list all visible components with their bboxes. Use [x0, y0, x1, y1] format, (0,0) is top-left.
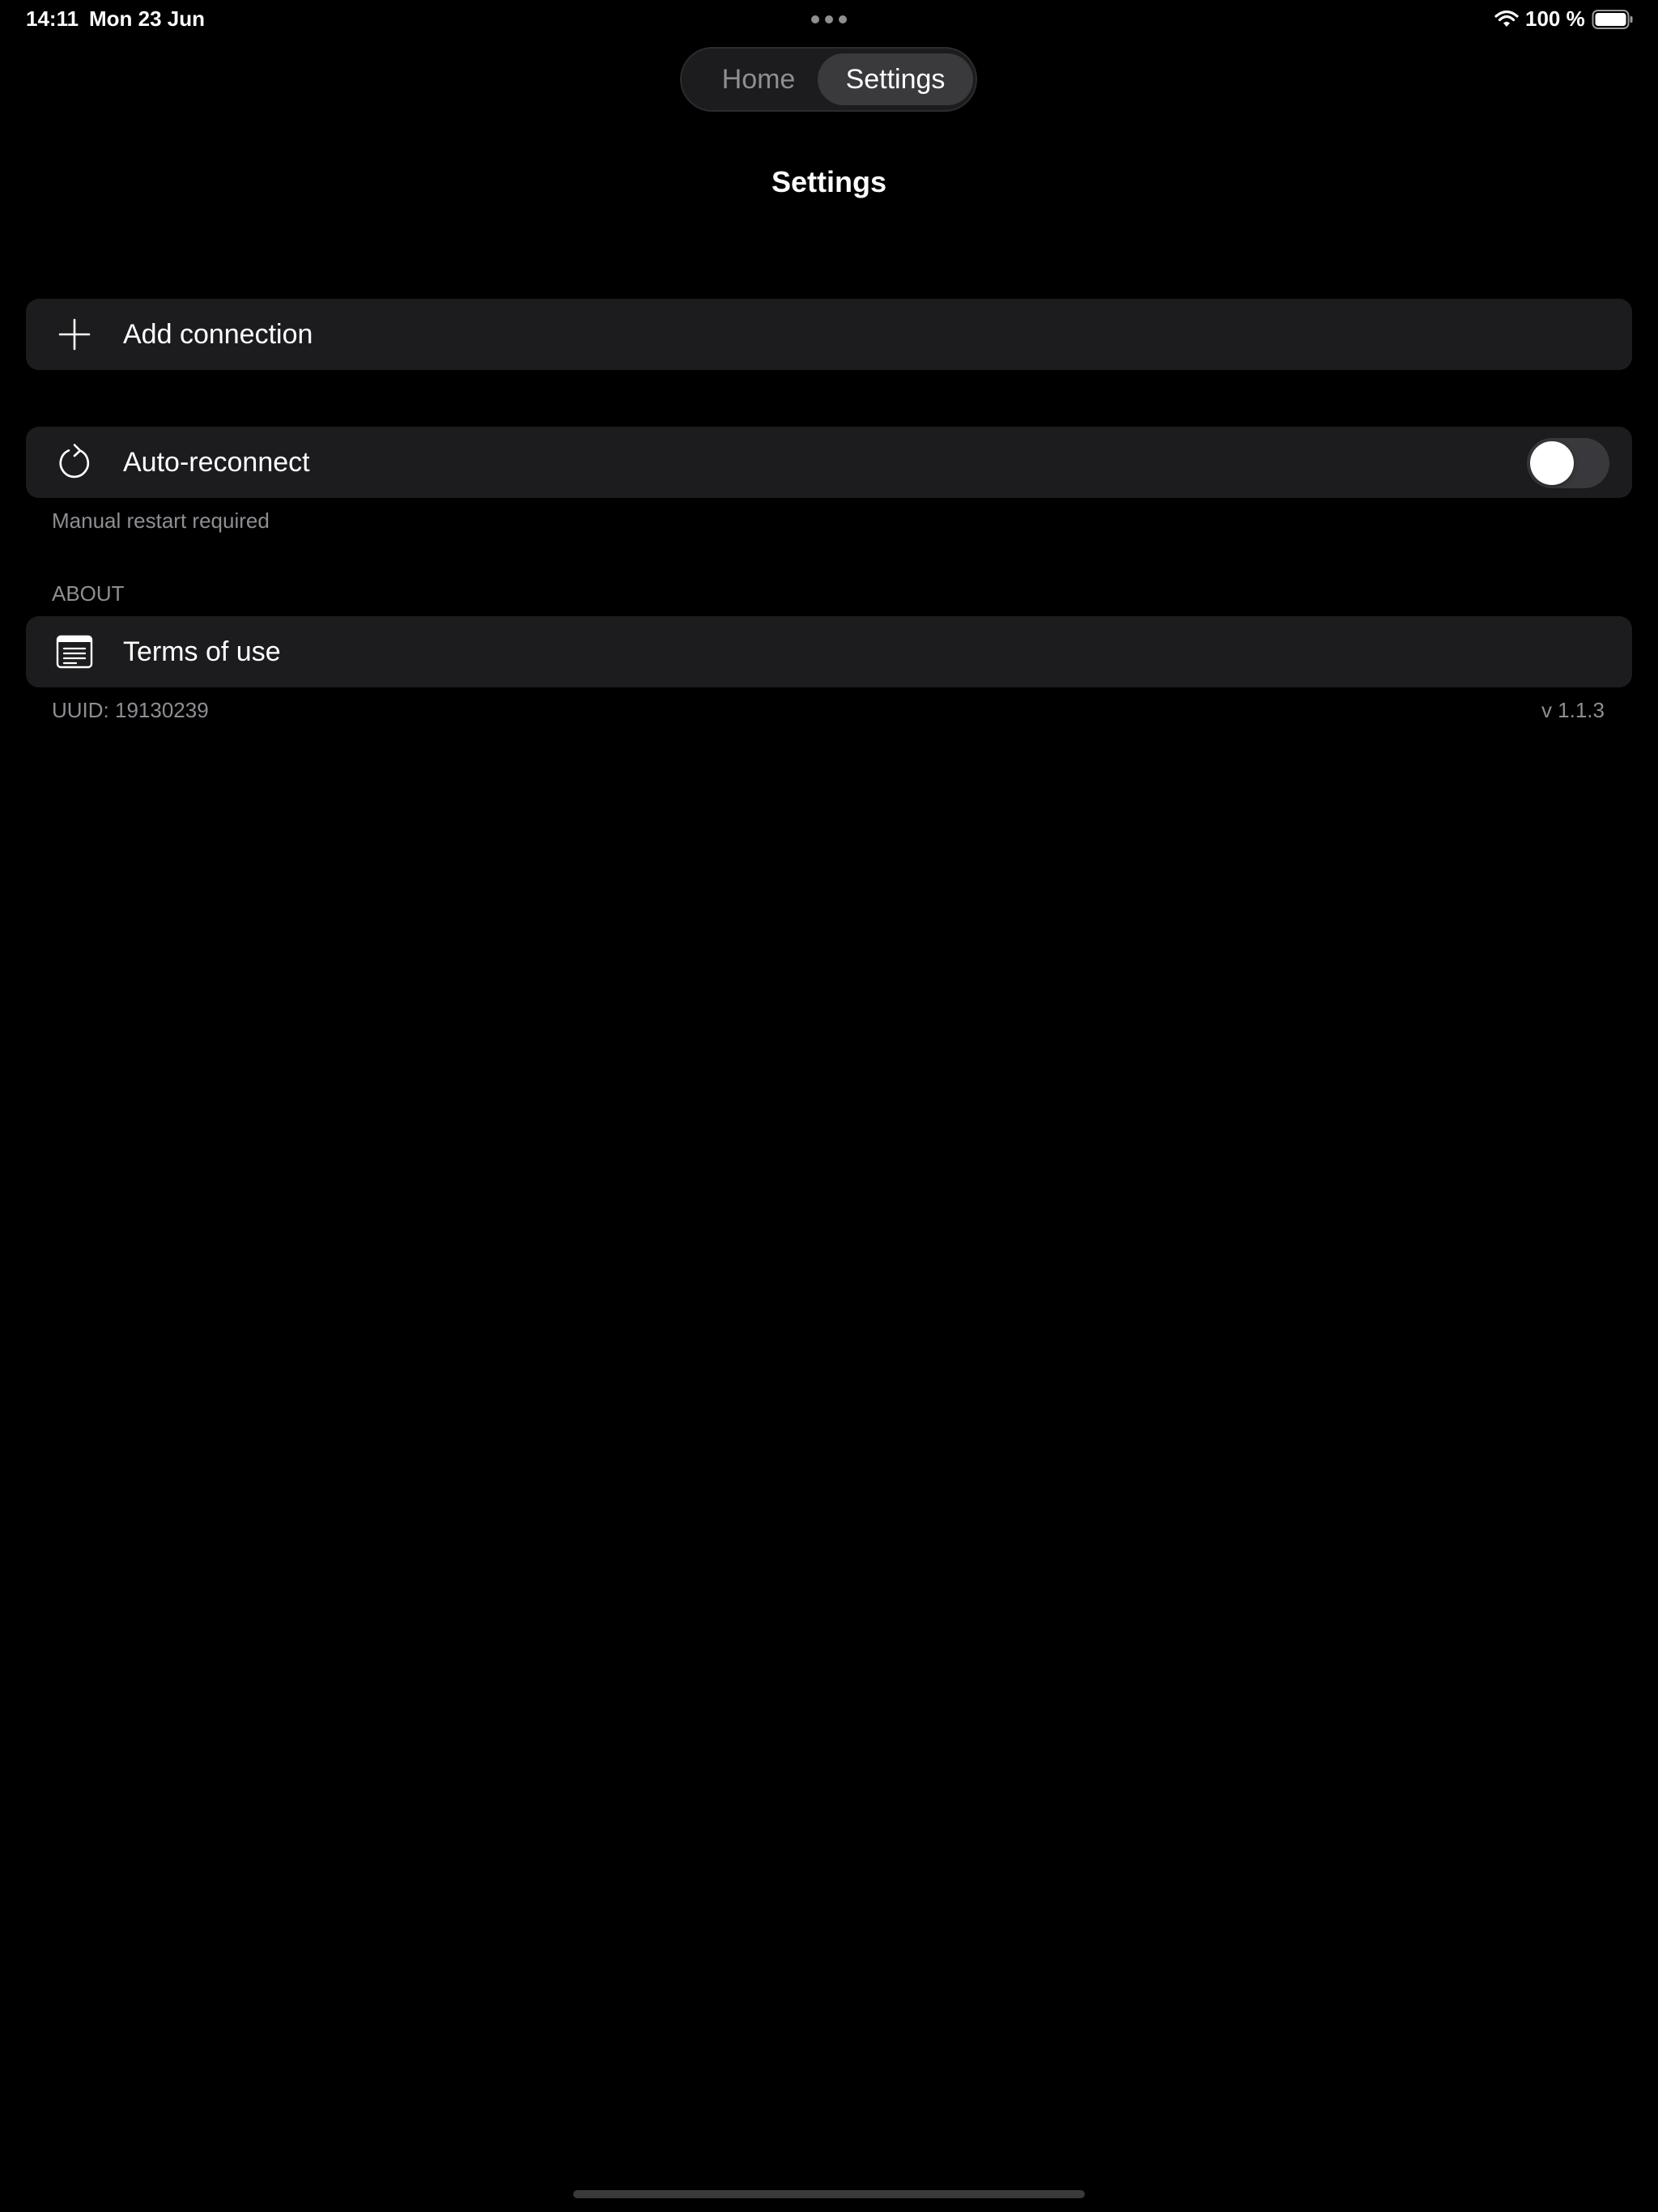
- about-section-header: ABOUT: [52, 581, 125, 606]
- refresh-icon: [59, 444, 90, 479]
- auto-reconnect-toggle[interactable]: [1527, 438, 1609, 488]
- home-indicator[interactable]: [573, 2190, 1085, 2198]
- status-bar: 14:11 Mon 23 Jun 100 %: [0, 0, 1658, 39]
- battery-percentage: 100 %: [1525, 6, 1585, 31]
- multitasking-dots-icon[interactable]: [811, 15, 847, 23]
- uuid-text: UUID: 19130239: [52, 698, 209, 722]
- auto-reconnect-row: Auto-reconnect: [26, 427, 1632, 498]
- add-connection-label: Add connection: [123, 319, 313, 350]
- toggle-knob: [1530, 441, 1574, 485]
- tab-home[interactable]: Home: [696, 53, 821, 105]
- plus-icon: [58, 318, 91, 351]
- add-connection-button[interactable]: Add connection: [26, 299, 1632, 370]
- tab-switcher: Home Settings: [680, 47, 977, 112]
- status-time: 14:11: [26, 6, 79, 31]
- version-text: v 1.1.3: [1541, 698, 1605, 722]
- terms-of-use-button[interactable]: Terms of use: [26, 616, 1632, 687]
- auto-reconnect-label: Auto-reconnect: [123, 447, 310, 478]
- auto-reconnect-footnote: Manual restart required: [52, 508, 270, 533]
- tab-settings[interactable]: Settings: [818, 53, 973, 105]
- battery-icon: [1592, 10, 1633, 29]
- terms-of-use-label: Terms of use: [123, 636, 281, 667]
- status-date: Mon 23 Jun: [89, 6, 206, 31]
- wifi-icon: [1494, 10, 1519, 27]
- page-title: Settings: [771, 165, 886, 198]
- document-icon: [56, 635, 93, 669]
